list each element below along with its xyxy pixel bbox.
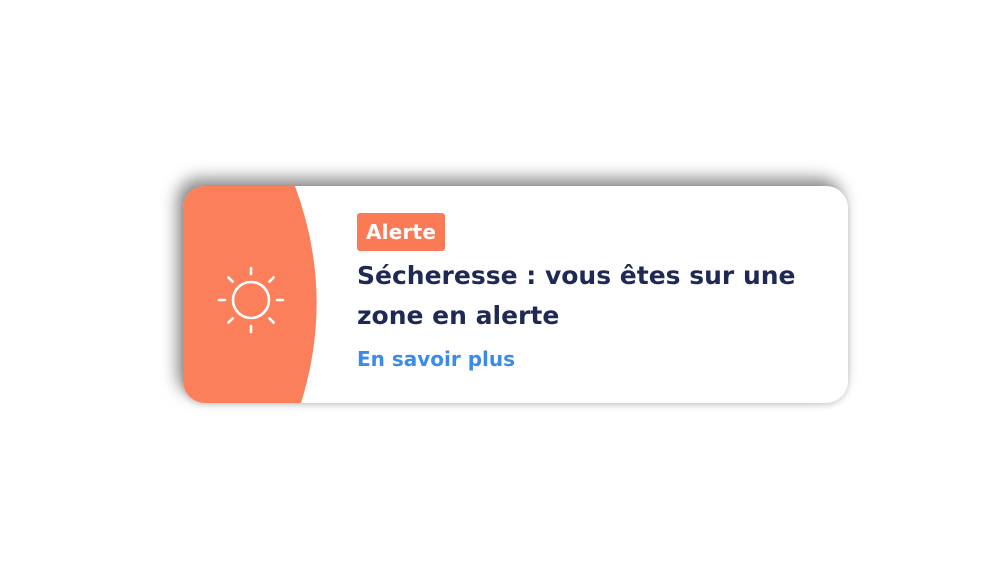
alert-side-panel — [183, 186, 323, 403]
learn-more-link[interactable]: En savoir plus — [357, 347, 515, 371]
sun-icon — [216, 265, 286, 335]
alert-title: Sécheresse : vous êtes sur une zone en a… — [357, 261, 796, 330]
drought-alert-card[interactable]: Alerte Sécheresse : vous êtes sur une zo… — [183, 186, 848, 403]
alert-badge: Alerte — [357, 213, 446, 251]
